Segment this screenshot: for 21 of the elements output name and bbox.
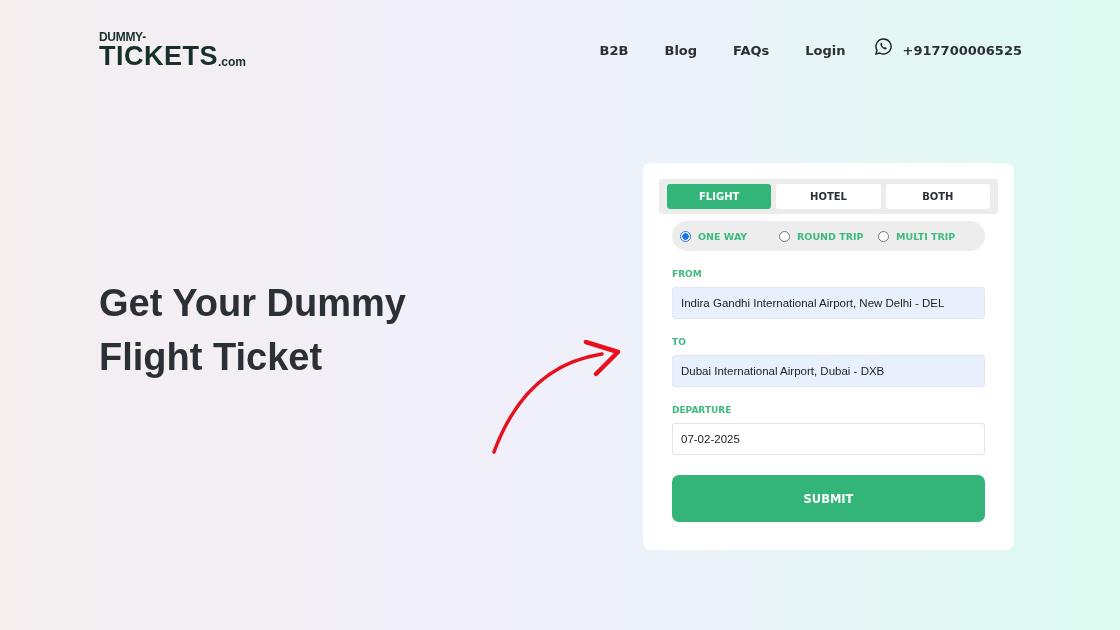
field-label: FROM — [672, 269, 703, 279]
logo-text: DUMMY- — [99, 30, 147, 43]
phone-link[interactable]: +917700006525 — [902, 42, 1022, 58]
radio-button[interactable] — [779, 230, 790, 242]
radio-button[interactable] — [680, 230, 691, 242]
logo-text: .com — [218, 55, 247, 68]
input-field[interactable]: Indira Gandhi International Airport, New Delhi - DEL — [672, 287, 985, 319]
nav-link[interactable]: B2B — [599, 42, 629, 58]
input-field[interactable]: 07-02-2025 — [672, 423, 985, 455]
input-field[interactable]: Dubai International Airport, Dubai - DXB — [672, 355, 985, 387]
logo-text: TICKETS — [99, 42, 218, 70]
hero-title: Get Your Dummy Flight Ticket — [99, 281, 407, 380]
tab[interactable]: HOTEL — [776, 184, 881, 209]
radio-button[interactable] — [878, 230, 889, 242]
tab[interactable]: BOTH — [885, 184, 990, 209]
nav-link[interactable]: Login — [805, 42, 846, 58]
field-label: TO — [672, 337, 687, 347]
whatsapp-icon[interactable] — [873, 36, 893, 56]
nav-link[interactable]: Blog — [664, 42, 698, 58]
field-label: DEPARTURE — [672, 405, 733, 415]
nav-link[interactable]: FAQs — [733, 42, 770, 58]
